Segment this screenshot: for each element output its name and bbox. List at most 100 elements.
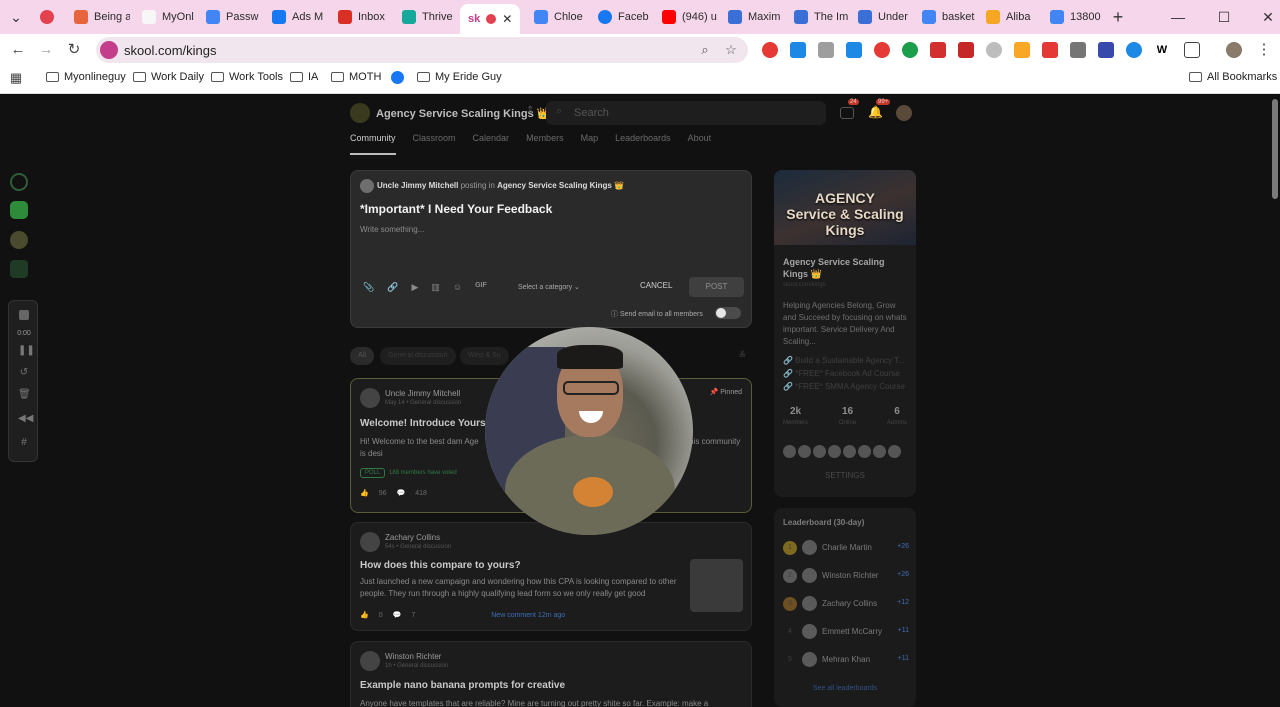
tab-leaderboards[interactable]: Leaderboards bbox=[615, 133, 671, 155]
delete-icon[interactable]: 🗑 bbox=[18, 389, 31, 401]
extension-icon[interactable] bbox=[930, 42, 946, 58]
extension-icon[interactable] bbox=[818, 42, 834, 58]
bell-icon[interactable]: 🔔 bbox=[868, 105, 883, 119]
community-link[interactable]: 🔗 *FREE* Facebook Ad Course bbox=[783, 367, 911, 380]
all-bookmarks[interactable]: All Bookmarks bbox=[1189, 71, 1277, 83]
rewind-icon[interactable]: ◀◀ bbox=[18, 413, 33, 425]
tab-5[interactable]: Thrive bbox=[394, 4, 458, 30]
maximize-button[interactable]: ☐ bbox=[1212, 6, 1236, 28]
page-scrollbar[interactable] bbox=[1272, 99, 1278, 199]
extension-icon[interactable] bbox=[1070, 42, 1086, 58]
post-title-input[interactable]: *Important* I Need Your Feedback bbox=[360, 202, 552, 216]
drag-icon[interactable]: # bbox=[18, 437, 30, 449]
back-button[interactable]: ← bbox=[8, 40, 28, 60]
tab-9[interactable]: (946) u bbox=[654, 4, 718, 30]
avatar[interactable] bbox=[798, 445, 811, 458]
extensions-puzzle-icon[interactable] bbox=[1184, 42, 1200, 58]
close-tab-icon[interactable]: ✕ bbox=[502, 12, 512, 26]
extension-icon[interactable] bbox=[846, 42, 862, 58]
tab-10[interactable]: Maxim bbox=[720, 4, 784, 30]
apps-grid-icon[interactable]: ▦ bbox=[6, 68, 26, 88]
restart-icon[interactable]: ↺ bbox=[18, 367, 30, 379]
avatar[interactable] bbox=[843, 445, 856, 458]
leaderboard-row[interactable]: 2 Winston Richter +26 bbox=[783, 567, 909, 585]
attachment-icon[interactable]: 📎 bbox=[363, 282, 374, 293]
tab-12[interactable]: Under bbox=[850, 4, 914, 30]
stat-members[interactable]: 2k Members bbox=[783, 406, 808, 426]
community-logo[interactable] bbox=[350, 103, 370, 123]
bookmark-work-daily[interactable]: Work Daily bbox=[133, 71, 204, 83]
new-comment-link[interactable]: New comment 12m ago bbox=[491, 612, 565, 619]
bookmark-myonlineguy[interactable]: Myonlineguy bbox=[46, 71, 126, 83]
poll-votes[interactable]: 188 members have voted bbox=[389, 470, 457, 476]
community-icon[interactable] bbox=[10, 231, 28, 249]
zoom-icon[interactable]: ⌕ bbox=[696, 41, 714, 59]
avatar[interactable] bbox=[858, 445, 871, 458]
post-author[interactable]: Uncle Jimmy Mitchell bbox=[385, 389, 460, 398]
avatar[interactable] bbox=[783, 445, 796, 458]
extension-icon[interactable] bbox=[902, 42, 918, 58]
extension-icon[interactable] bbox=[1098, 42, 1114, 58]
post-title[interactable]: How does this compare to yours? bbox=[360, 560, 521, 571]
category-select[interactable]: Select a category ⌄ bbox=[518, 283, 580, 291]
extension-icon[interactable] bbox=[1014, 42, 1030, 58]
tab-11[interactable]: The Im bbox=[786, 4, 850, 30]
extension-icon[interactable] bbox=[1126, 42, 1142, 58]
filter-icon[interactable]: ≚ bbox=[738, 350, 746, 361]
filter-all[interactable]: All bbox=[350, 347, 374, 365]
tab-active-skool[interactable]: sk ✕ bbox=[460, 4, 520, 34]
extension-icon[interactable] bbox=[958, 42, 974, 58]
extension-icon[interactable] bbox=[1042, 42, 1058, 58]
bookmark-ia[interactable]: IA bbox=[290, 71, 318, 83]
comment-icon[interactable]: 💬 bbox=[393, 611, 402, 619]
tab-record[interactable] bbox=[32, 4, 66, 30]
tab-13[interactable]: basket bbox=[914, 4, 978, 30]
leaderboard-row[interactable]: 1 Charlie Martin +26 bbox=[783, 539, 909, 557]
video-icon[interactable]: ▶ bbox=[411, 282, 418, 293]
tab-8[interactable]: Faceb bbox=[590, 4, 654, 30]
bookmark-my-eride-guy[interactable]: My Eride Guy bbox=[417, 71, 502, 83]
tab-3[interactable]: Ads M bbox=[264, 4, 328, 30]
like-icon[interactable]: 👍 bbox=[360, 489, 369, 497]
extension-w-icon[interactable]: W bbox=[1154, 42, 1170, 58]
tab-calendar[interactable]: Calendar bbox=[473, 133, 510, 155]
link-icon[interactable]: 🔗 bbox=[387, 282, 398, 293]
post-thumbnail[interactable] bbox=[690, 559, 743, 612]
bookmark-work-tools[interactable]: Work Tools bbox=[211, 71, 283, 83]
tab-4[interactable]: Inbox bbox=[330, 4, 394, 30]
tab-community[interactable]: Community bbox=[350, 133, 396, 155]
chat-icon[interactable] bbox=[840, 107, 854, 119]
leaderboard-row[interactable]: 3 Zachary Collins +12 bbox=[783, 595, 909, 613]
extension-icon[interactable] bbox=[986, 42, 1002, 58]
tab-classroom[interactable]: Classroom bbox=[413, 133, 456, 155]
post-button[interactable]: POST bbox=[689, 277, 744, 297]
like-icon[interactable]: 👍 bbox=[360, 611, 369, 619]
tab-1[interactable]: MyOnl bbox=[134, 4, 198, 30]
tab-members[interactable]: Members bbox=[526, 133, 564, 155]
webcam-overlay[interactable] bbox=[485, 327, 693, 535]
site-info-icon[interactable] bbox=[100, 41, 118, 59]
community-name[interactable]: Agency Service Scaling Kings 👑 bbox=[376, 107, 550, 120]
tab-15[interactable]: 13800 bbox=[1042, 4, 1106, 30]
pause-icon[interactable]: ❚❚ bbox=[18, 345, 35, 357]
reload-button[interactable]: ↻ bbox=[64, 40, 84, 60]
comment-icon[interactable]: 💬 bbox=[397, 489, 406, 497]
profile-avatar[interactable] bbox=[1226, 42, 1242, 58]
post-title[interactable]: Welcome! Introduce Yours bbox=[360, 418, 486, 429]
search-input[interactable]: ⌕ Search bbox=[546, 101, 826, 125]
tab-0[interactable]: Being a bbox=[66, 4, 130, 30]
tab-14[interactable]: Aliba bbox=[978, 4, 1042, 30]
extension-icon[interactable] bbox=[874, 42, 890, 58]
settings-button[interactable]: SETTINGS bbox=[774, 471, 916, 480]
avatar[interactable] bbox=[888, 445, 901, 458]
avatar[interactable] bbox=[873, 445, 886, 458]
post-author[interactable]: Winston Richter bbox=[385, 652, 441, 661]
poll-icon[interactable]: ▥ bbox=[431, 282, 440, 293]
new-tab-button[interactable]: + bbox=[1106, 6, 1130, 28]
app-icon[interactable] bbox=[10, 260, 28, 278]
bookmark-moth[interactable]: MOTH bbox=[331, 71, 381, 83]
leaderboard-row[interactable]: 4 Emmett McCarry +11 bbox=[783, 623, 909, 641]
address-bar[interactable]: skool.com/kings ⌕ ☆ bbox=[96, 37, 748, 63]
bookmark-star-icon[interactable]: ☆ bbox=[722, 41, 740, 59]
tab-search-icon[interactable]: ⌄ bbox=[4, 6, 28, 28]
